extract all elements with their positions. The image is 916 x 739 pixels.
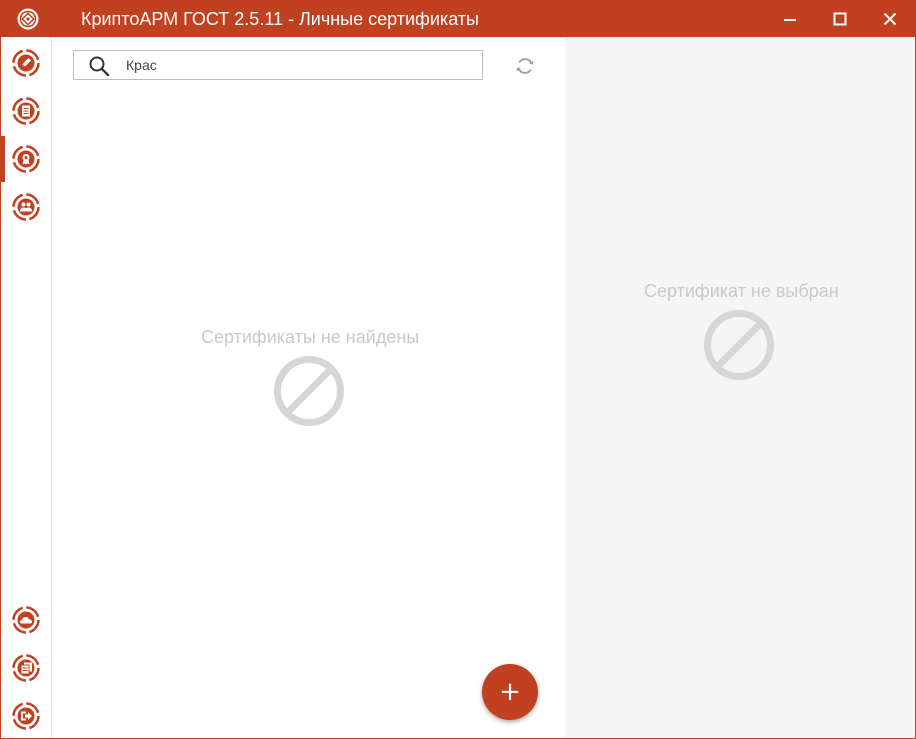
- search-icon: [89, 56, 110, 77]
- no-entry-icon: [704, 310, 774, 380]
- sidebar-item-documents-stack[interactable]: [1, 645, 51, 691]
- pen-sign-icon: [12, 49, 40, 77]
- sidebar-item-contacts[interactable]: [1, 184, 51, 230]
- sidebar-item-exit[interactable]: [1, 693, 51, 739]
- exit-icon: [12, 702, 40, 730]
- cloud-icon: [12, 606, 40, 634]
- documents-stack-icon: [12, 654, 40, 682]
- certificate-list-pane: Сертификаты не найдены: [52, 37, 565, 738]
- sidebar-item-sign[interactable]: [1, 40, 51, 86]
- sidebar-item-documents[interactable]: [1, 88, 51, 134]
- no-entry-icon: [274, 356, 344, 426]
- sidebar-item-certificates[interactable]: [1, 136, 51, 182]
- sidebar: [1, 37, 52, 738]
- app-window: КриптоАРМ ГОСТ 2.5.11 - Личные сертифика…: [0, 0, 916, 739]
- search-input[interactable]: [126, 55, 466, 75]
- title-bar[interactable]: КриптоАРМ ГОСТ 2.5.11 - Личные сертифика…: [1, 1, 915, 37]
- app-logo-icon: [17, 8, 39, 30]
- add-icon: +: [499, 677, 521, 707]
- minimize-button[interactable]: [767, 1, 813, 37]
- contacts-icon: [12, 193, 40, 221]
- add-certificate-button[interactable]: +: [482, 664, 538, 720]
- sidebar-item-cloud[interactable]: [1, 597, 51, 643]
- minimize-icon: [784, 19, 796, 21]
- window-title: КриптоАРМ ГОСТ 2.5.11 - Личные сертифика…: [81, 9, 479, 29]
- certificate-details-pane: Сертификат не выбран: [565, 37, 915, 738]
- refresh-icon[interactable]: [513, 54, 537, 78]
- certificate-icon: [12, 145, 40, 173]
- details-empty-message: Сертификат не выбран: [644, 281, 839, 301]
- document-icon: [12, 97, 40, 125]
- close-button[interactable]: [867, 1, 913, 37]
- search-box[interactable]: [73, 50, 483, 80]
- maximize-button[interactable]: [817, 1, 863, 37]
- list-empty-message: Сертификаты не найдены: [201, 327, 420, 347]
- maximize-icon: [833, 12, 847, 26]
- close-icon: [883, 12, 897, 26]
